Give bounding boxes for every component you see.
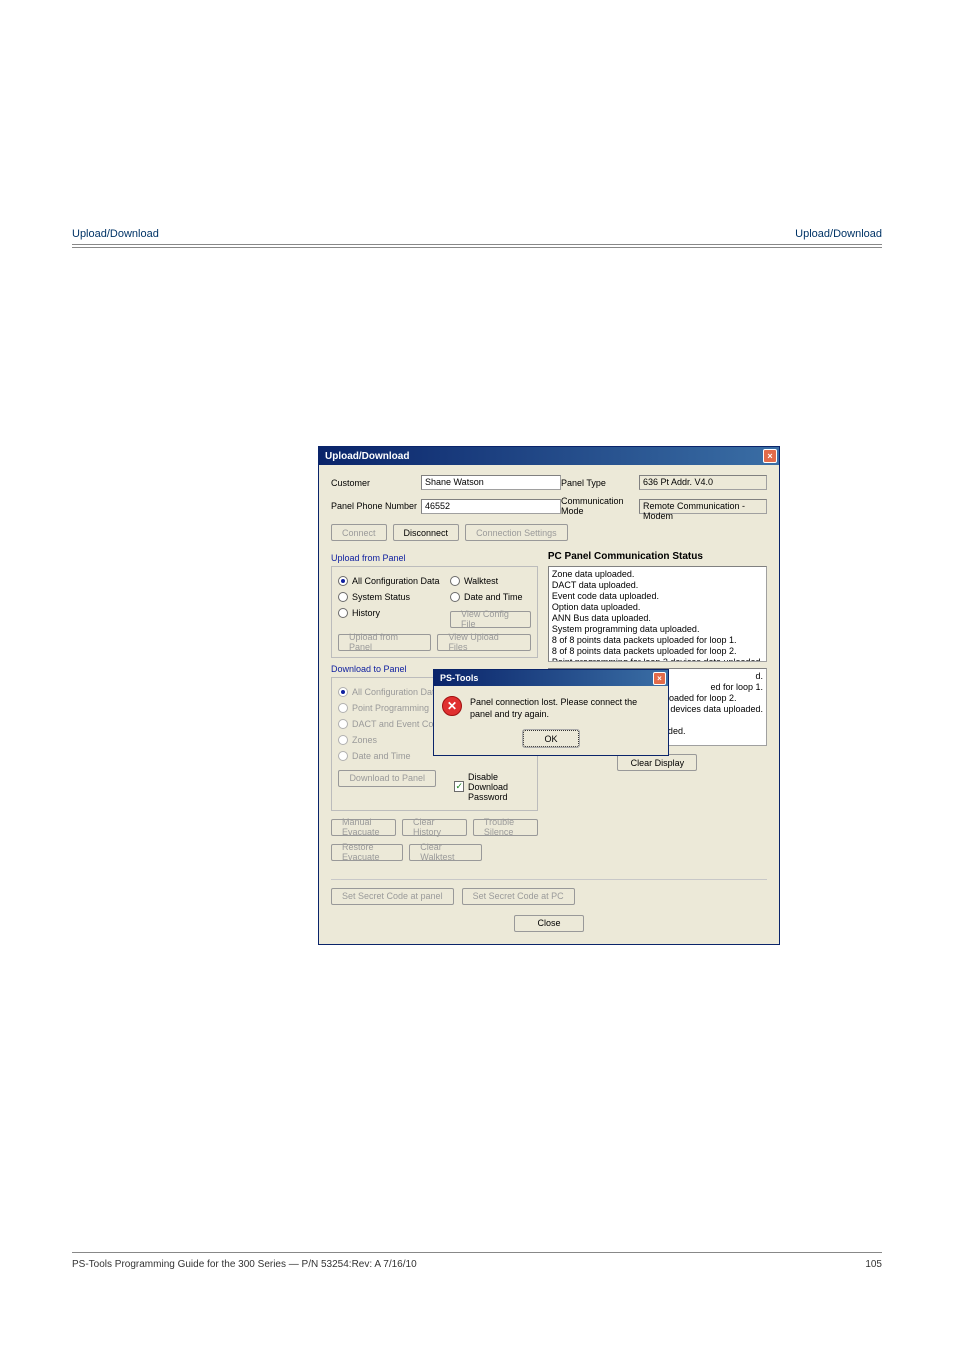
clear-display-button[interactable]: Clear Display [617, 754, 697, 771]
status-line: DACT data uploaded. [552, 580, 763, 591]
comm-mode-value: Remote Communication - Modem [639, 499, 767, 514]
messagebox-close-icon[interactable]: × [653, 672, 666, 685]
radio-system-status[interactable] [338, 592, 348, 602]
radio-all-config-download [338, 687, 348, 697]
manual-evacuate-button: Manual Evacuate [331, 819, 396, 836]
radio-point-programming [338, 703, 348, 713]
phone-value: 46552 [421, 499, 561, 514]
download-to-panel-button: Download to Panel [338, 770, 436, 787]
footer-right: 105 [865, 1259, 882, 1270]
restore-evacuate-button: Restore Evacuate [331, 844, 403, 861]
customer-label: Customer [331, 478, 421, 488]
messagebox-titlebar: PS-Tools × [434, 670, 668, 686]
panel-type-value: 636 Pt Addr. V4.0 [639, 475, 767, 490]
upload-section-title: Upload from Panel [331, 553, 538, 563]
upload-from-panel-button: Upload from Panel [338, 634, 431, 651]
radio-download-date-time-label: Date and Time [352, 751, 411, 761]
radio-zones [338, 735, 348, 745]
clear-walktest-button: Clear Walktest [409, 844, 481, 861]
header-left: Upload/Download [72, 228, 159, 240]
close-button[interactable]: Close [514, 915, 584, 932]
radio-history-label: History [352, 608, 380, 618]
radio-system-status-label: System Status [352, 592, 410, 602]
panel-type-label: Panel Type [561, 478, 639, 488]
comm-mode-label: Communication Mode [561, 496, 639, 516]
status-line: System programming data uploaded. [552, 624, 763, 635]
page-footer: PS-Tools Programming Guide for the 300 S… [72, 1252, 882, 1270]
status-line: Zone data uploaded. [552, 569, 763, 580]
trouble-silence-button: Trouble Silence [473, 819, 538, 836]
status-line: 8 of 8 points data packets uploaded for … [552, 646, 763, 657]
set-secret-code-pc-button: Set Secret Code at PC [462, 888, 575, 905]
phone-label: Panel Phone Number [331, 501, 421, 511]
footer-left: PS-Tools Programming Guide for the 300 S… [72, 1259, 417, 1270]
status-line: Option data uploaded. [552, 602, 763, 613]
radio-upload-date-time[interactable] [450, 592, 460, 602]
error-messagebox: PS-Tools × ✕ Panel connection lost. Plea… [433, 669, 669, 756]
radio-walktest-label: Walktest [464, 576, 498, 586]
status-title: PC Panel Communication Status [548, 551, 767, 562]
window-title: Upload/Download [325, 451, 409, 462]
status-line: 8 of 8 points data packets uploaded for … [552, 635, 763, 646]
upload-download-dialog: Upload/Download × Customer Shane Watson … [318, 446, 780, 945]
radio-all-config-download-label: All Configuration Data [352, 687, 440, 697]
view-config-file-button: View Config File [450, 611, 531, 628]
set-secret-code-panel-button: Set Secret Code at panel [331, 888, 454, 905]
radio-walktest[interactable] [450, 576, 460, 586]
radio-dact-event-codes [338, 719, 348, 729]
customer-value: Shane Watson [421, 475, 561, 490]
disable-password-label: Disable Download Password [468, 772, 531, 802]
connect-button: Connect [331, 524, 387, 541]
radio-history[interactable] [338, 608, 348, 618]
radio-all-config-upload-label: All Configuration Data [352, 576, 440, 586]
titlebar: Upload/Download × [319, 447, 779, 465]
messagebox-text: Panel connection lost. Please connect th… [470, 696, 660, 720]
status-line: Point programming for loop 2 devices dat… [552, 657, 763, 662]
status-line: Event code data uploaded. [552, 591, 763, 602]
close-icon[interactable]: × [763, 449, 777, 463]
messagebox-title: PS-Tools [440, 673, 478, 683]
radio-point-programming-label: Point Programming [352, 703, 429, 713]
disconnect-button[interactable]: Disconnect [393, 524, 460, 541]
view-upload-files-button: View Upload Files [437, 634, 530, 651]
header-right: Upload/Download [795, 228, 882, 240]
status-box-1[interactable]: Zone data uploaded. DACT data uploaded. … [548, 566, 767, 662]
disable-password-checkbox[interactable]: ✓ [454, 781, 464, 792]
connection-settings-button: Connection Settings [465, 524, 568, 541]
status-line: ANN Bus data uploaded. [552, 613, 763, 624]
clear-history-button: Clear History [402, 819, 467, 836]
error-icon: ✕ [442, 696, 462, 716]
radio-all-config-upload[interactable] [338, 576, 348, 586]
radio-upload-date-time-label: Date and Time [464, 592, 523, 602]
radio-download-date-time [338, 751, 348, 761]
radio-zones-label: Zones [352, 735, 377, 745]
messagebox-ok-button[interactable]: OK [523, 730, 579, 747]
page-header: Upload/Download Upload/Download [72, 228, 882, 266]
